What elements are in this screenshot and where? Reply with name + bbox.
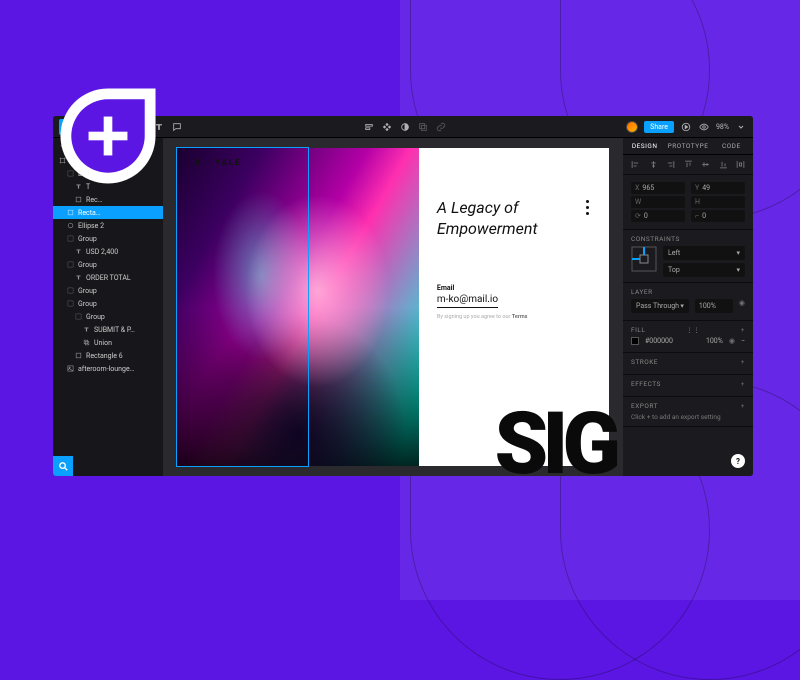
- align-top-icon[interactable]: [684, 160, 693, 169]
- effects-title: EFFECTS: [631, 380, 661, 388]
- layer-row[interactable]: USD 2,400: [53, 245, 163, 258]
- comment-tool-icon[interactable]: [171, 121, 183, 133]
- align-left-icon[interactable]: [631, 160, 640, 169]
- layer-row[interactable]: afteroom-lounge…: [53, 362, 163, 375]
- present-icon[interactable]: [680, 121, 692, 133]
- layer-row[interactable]: Ellipse 2: [53, 219, 163, 232]
- component-tool-icon[interactable]: [381, 121, 393, 133]
- blend-mode-dropdown[interactable]: Pass Through▾: [631, 299, 689, 313]
- view-settings-icon[interactable]: [698, 121, 710, 133]
- align-right-icon[interactable]: [666, 160, 675, 169]
- layer-title: LAYER: [631, 288, 653, 296]
- x-field[interactable]: X965: [631, 182, 685, 194]
- stroke-section: STROKE +: [623, 353, 753, 375]
- y-field[interactable]: Y49: [691, 182, 745, 194]
- layer-row[interactable]: SUBMIT & P…: [53, 323, 163, 336]
- fill-section: FILL ⋮⋮ + #000000 100% ◉ −: [623, 321, 753, 353]
- rotation-field[interactable]: ⟳0: [631, 210, 685, 222]
- w-field[interactable]: W: [631, 196, 685, 208]
- layer-row[interactable]: Group: [53, 297, 163, 310]
- brand-logo-text: R • YALE: [195, 158, 242, 167]
- layers-search-button[interactable]: [53, 456, 73, 476]
- user-avatar[interactable]: [626, 121, 638, 133]
- layer-row[interactable]: ORDER TOTAL: [53, 271, 163, 284]
- tab-prototype[interactable]: Prototype: [666, 138, 709, 154]
- fill-opacity-value[interactable]: 100%: [706, 337, 723, 345]
- layer-row[interactable]: Union: [53, 336, 163, 349]
- align-vcenter-icon[interactable]: [701, 160, 710, 169]
- constraints-section: CONSTRAINTS Left▾ Top▾: [623, 230, 753, 283]
- terms-text: By signing up you agree to our Terms: [437, 314, 591, 320]
- add-export-button[interactable]: +: [741, 402, 745, 410]
- share-button[interactable]: Share: [644, 121, 674, 133]
- layer-row[interactable]: Group: [53, 258, 163, 271]
- h-field[interactable]: H: [691, 196, 745, 208]
- large-display-text: SIG: [495, 393, 615, 476]
- add-stroke-button[interactable]: +: [741, 358, 745, 366]
- mask-tool-icon[interactable]: [399, 121, 411, 133]
- layer-row[interactable]: Group: [53, 310, 163, 323]
- link-tool-icon[interactable]: [435, 121, 447, 133]
- inspector-panel: Design Prototype Code X965 Y49: [623, 138, 753, 476]
- visibility-toggle-icon[interactable]: ◉: [739, 299, 745, 313]
- email-field-label: Email: [437, 284, 591, 292]
- fill-visibility-icon[interactable]: ◉: [729, 337, 735, 345]
- distribute-icon[interactable]: [736, 160, 745, 169]
- effects-section: EFFECTS +: [623, 375, 753, 397]
- headline: A Legacy of Empowerment: [437, 198, 591, 240]
- fill-hex-value[interactable]: #000000: [645, 337, 673, 345]
- transform-section: X965 Y49 W H ⟳0 ⌐0: [623, 175, 753, 230]
- styles-icon[interactable]: ⋮⋮: [686, 326, 700, 334]
- fill-swatch[interactable]: [631, 337, 639, 345]
- export-title: EXPORT: [631, 402, 658, 410]
- layer-row[interactable]: Recta…: [53, 206, 163, 219]
- layer-row[interactable]: Rec…: [53, 193, 163, 206]
- inspector-tabs: Design Prototype Code: [623, 138, 753, 155]
- design-frame[interactable]: R • YALE A Legacy of Empowerment Email m…: [177, 148, 609, 466]
- hero-image: R • YALE: [177, 148, 419, 466]
- constraint-v-dropdown[interactable]: Top▾: [663, 263, 745, 277]
- stroke-title: STROKE: [631, 358, 658, 366]
- canvas[interactable]: R • YALE A Legacy of Empowerment Email m…: [163, 138, 623, 476]
- export-hint: Click + to add an export setting: [631, 413, 745, 421]
- constraints-widget-icon[interactable]: [631, 246, 657, 272]
- layer-opacity-field[interactable]: 100%: [695, 299, 733, 313]
- constraints-title: CONSTRAINTS: [631, 235, 680, 243]
- copy-panel: A Legacy of Empowerment Email m-ko@mail.…: [419, 148, 609, 466]
- layer-row[interactable]: Group: [53, 232, 163, 245]
- email-field-value[interactable]: m-ko@mail.io: [437, 294, 498, 308]
- add-badge-overlay: [54, 82, 162, 190]
- zoom-level[interactable]: 98%: [716, 123, 729, 131]
- constraint-h-dropdown[interactable]: Left▾: [663, 246, 745, 260]
- layer-row[interactable]: Group: [53, 284, 163, 297]
- tab-code[interactable]: Code: [710, 138, 753, 154]
- export-section: EXPORT + Click + to add an export setting: [623, 397, 753, 427]
- align-bottom-icon[interactable]: [719, 160, 728, 169]
- kebab-menu-icon[interactable]: [586, 200, 589, 215]
- terms-link[interactable]: Terms: [512, 314, 528, 320]
- fill-title: FILL: [631, 326, 645, 334]
- tab-design[interactable]: Design: [623, 138, 666, 154]
- layer-section: LAYER Pass Through▾ 100% ◉: [623, 283, 753, 321]
- layer-row[interactable]: Rectangle 6: [53, 349, 163, 362]
- alignment-section: [623, 155, 753, 175]
- align-tool-icon[interactable]: [363, 121, 375, 133]
- remove-fill-icon[interactable]: −: [741, 337, 745, 345]
- add-effect-button[interactable]: +: [741, 380, 745, 388]
- corner-radius-field[interactable]: ⌐0: [691, 210, 745, 222]
- align-hcenter-icon[interactable]: [649, 160, 658, 169]
- boolean-tool-icon[interactable]: [417, 121, 429, 133]
- add-fill-button[interactable]: +: [741, 326, 745, 334]
- chevron-down-icon[interactable]: [735, 121, 747, 133]
- help-button[interactable]: ?: [731, 454, 745, 468]
